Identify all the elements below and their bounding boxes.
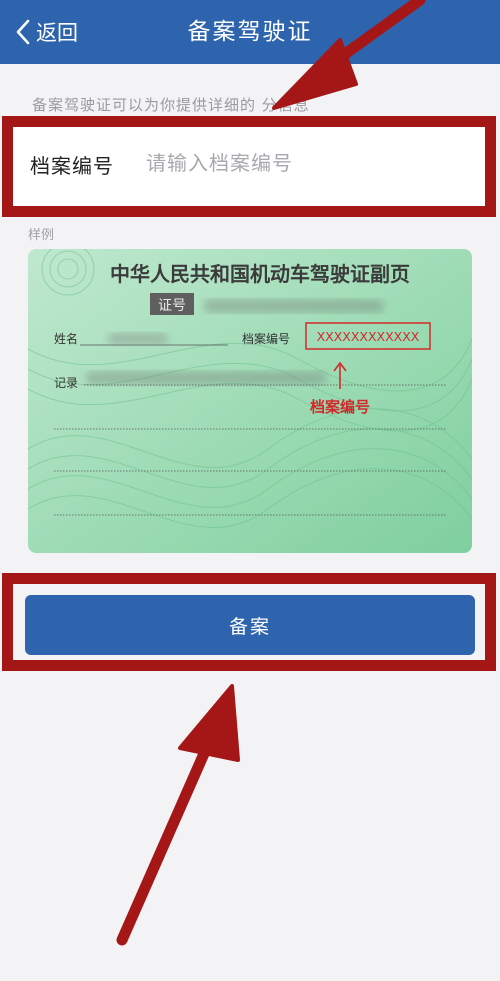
arrow-to-input-icon bbox=[272, 0, 426, 110]
annotation-overlay bbox=[116, 0, 426, 946]
arrow-to-button-icon bbox=[116, 684, 240, 946]
